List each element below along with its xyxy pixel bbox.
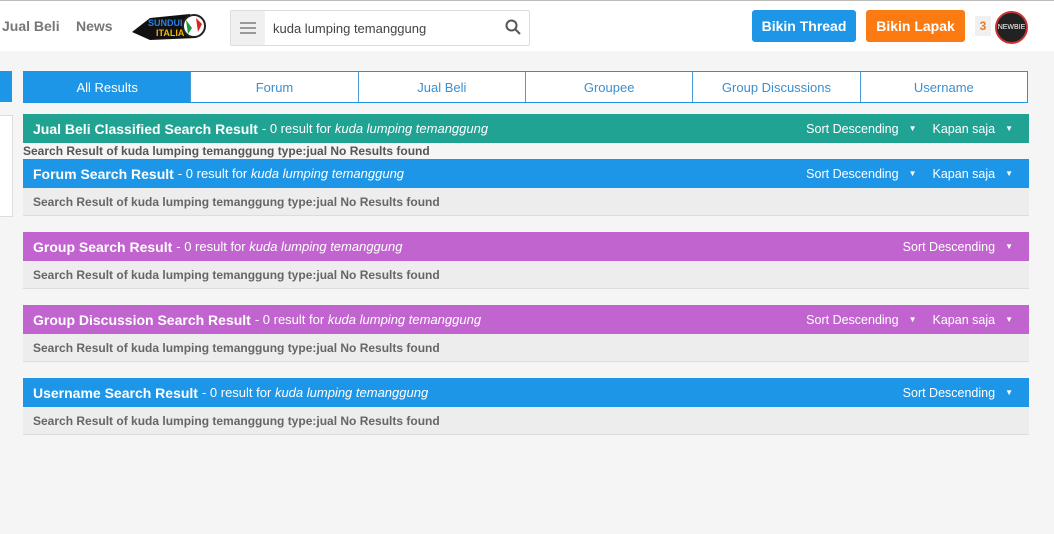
- sort-dropdown[interactable]: Sort Descending ▼: [903, 240, 1013, 254]
- menu-icon[interactable]: [231, 11, 265, 45]
- result-count: - 0 result for: [177, 166, 248, 181]
- section-title: Group Discussion Search Result: [33, 311, 251, 328]
- sort-dropdown[interactable]: Sort Descending ▼: [806, 122, 916, 136]
- time-label: Kapan saja: [932, 312, 996, 327]
- search-bar: kuda lumping temanggung: [230, 10, 530, 46]
- time-label: Kapan saja: [932, 166, 996, 181]
- search-icon[interactable]: [505, 19, 521, 35]
- jual-beli-section-body: Search Result of kuda lumping temanggung…: [23, 144, 430, 158]
- tab-group-discussions[interactable]: Group Discussions: [693, 72, 861, 102]
- sort-label: Sort Descending: [902, 239, 996, 254]
- caret-down-icon: ▼: [1005, 315, 1013, 324]
- query-text: kuda lumping temanggung: [250, 166, 405, 181]
- time-dropdown[interactable]: Kapan saja ▼: [933, 122, 1013, 136]
- caret-down-icon: ▼: [908, 169, 917, 178]
- svg-text:ITALIA: ITALIA: [156, 28, 185, 38]
- username-section-body: Search Result of kuda lumping temanggung…: [23, 407, 1029, 435]
- avatar[interactable]: NEWBIE: [995, 11, 1028, 44]
- query-text: kuda lumping temanggung: [334, 121, 489, 136]
- query-text: kuda lumping temanggung: [327, 312, 482, 327]
- section-subtitle: - 0 result for kuda lumping temanggung: [178, 166, 404, 181]
- svg-text:SUNDUL: SUNDUL: [148, 18, 186, 28]
- bikin-thread-button[interactable]: Bikin Thread: [752, 10, 856, 42]
- section-title: Jual Beli Classified Search Result: [33, 120, 258, 137]
- sort-dropdown[interactable]: Sort Descending ▼: [806, 167, 916, 181]
- search-input[interactable]: kuda lumping temanggung: [273, 21, 426, 36]
- result-count: - 0 result for: [261, 121, 332, 136]
- nav-jual-beli[interactable]: Jual Beli: [2, 18, 60, 34]
- tab-username[interactable]: Username: [861, 72, 1027, 102]
- forum-section-header: Forum Search Result - 0 result for kuda …: [23, 159, 1029, 188]
- caret-down-icon: ▼: [1005, 169, 1013, 178]
- result-count: - 0 result for: [201, 385, 272, 400]
- forum-section-body: Search Result of kuda lumping temanggung…: [23, 188, 1029, 216]
- nav-news[interactable]: News: [76, 18, 113, 34]
- time-label: Kapan saja: [932, 121, 996, 136]
- group-section-body: Search Result of kuda lumping temanggung…: [23, 261, 1029, 289]
- group-discussion-section-header: Group Discussion Search Result - 0 resul…: [23, 305, 1029, 334]
- section-subtitle: - 0 result for kuda lumping temanggung: [202, 385, 428, 400]
- section-subtitle: - 0 result for kuda lumping temanggung: [176, 239, 402, 254]
- top-bar: Jual Beli News SUNDUL ITALIA kuda lumpin…: [0, 0, 1054, 51]
- caret-down-icon: ▼: [908, 124, 917, 133]
- sort-label: Sort Descending: [806, 312, 899, 327]
- section-title: Forum Search Result: [33, 165, 174, 182]
- group-section-header: Group Search Result - 0 result for kuda …: [23, 232, 1029, 261]
- result-count: - 0 result for: [254, 312, 325, 327]
- tab-groupee[interactable]: Groupee: [526, 72, 694, 102]
- section-title: Username Search Result: [33, 384, 198, 401]
- sort-label: Sort Descending: [902, 385, 996, 400]
- sort-label: Sort Descending: [806, 121, 899, 136]
- section-subtitle: - 0 result for kuda lumping temanggung: [262, 121, 488, 136]
- sort-dropdown[interactable]: Sort Descending ▼: [903, 386, 1013, 400]
- bikin-lapak-button[interactable]: Bikin Lapak: [866, 10, 965, 42]
- group-discussion-section-body: Search Result of kuda lumping temanggung…: [23, 334, 1029, 362]
- caret-down-icon: ▼: [908, 315, 917, 324]
- username-section-header: Username Search Result - 0 result for ku…: [23, 378, 1029, 407]
- caret-down-icon: ▼: [1005, 124, 1013, 133]
- notification-count[interactable]: 3: [975, 16, 991, 36]
- jual-beli-section-header: Jual Beli Classified Search Result - 0 r…: [23, 114, 1029, 143]
- sidebar-fragment: [0, 71, 12, 102]
- time-dropdown[interactable]: Kapan saja ▼: [933, 167, 1013, 181]
- caret-down-icon: ▼: [1005, 388, 1013, 397]
- query-text: kuda lumping temanggung: [274, 385, 429, 400]
- sort-label: Sort Descending: [806, 166, 899, 181]
- sundul-italia-logo[interactable]: SUNDUL ITALIA: [130, 10, 206, 44]
- result-count: - 0 result for: [176, 239, 246, 254]
- time-dropdown[interactable]: Kapan saja ▼: [933, 313, 1013, 327]
- result-tabs: All Results Forum Jual Beli Groupee Grou…: [23, 71, 1028, 103]
- query-text: kuda lumping temanggung: [249, 239, 403, 254]
- tab-all-results[interactable]: All Results: [24, 72, 192, 102]
- sort-dropdown[interactable]: Sort Descending ▼: [806, 313, 916, 327]
- section-subtitle: - 0 result for kuda lumping temanggung: [255, 312, 481, 327]
- caret-down-icon: ▼: [1005, 242, 1013, 251]
- tab-jual-beli[interactable]: Jual Beli: [359, 72, 526, 102]
- section-title: Group Search Result: [33, 238, 173, 255]
- sidebar-panel-fragment: [0, 115, 13, 217]
- tab-forum[interactable]: Forum: [191, 72, 359, 102]
